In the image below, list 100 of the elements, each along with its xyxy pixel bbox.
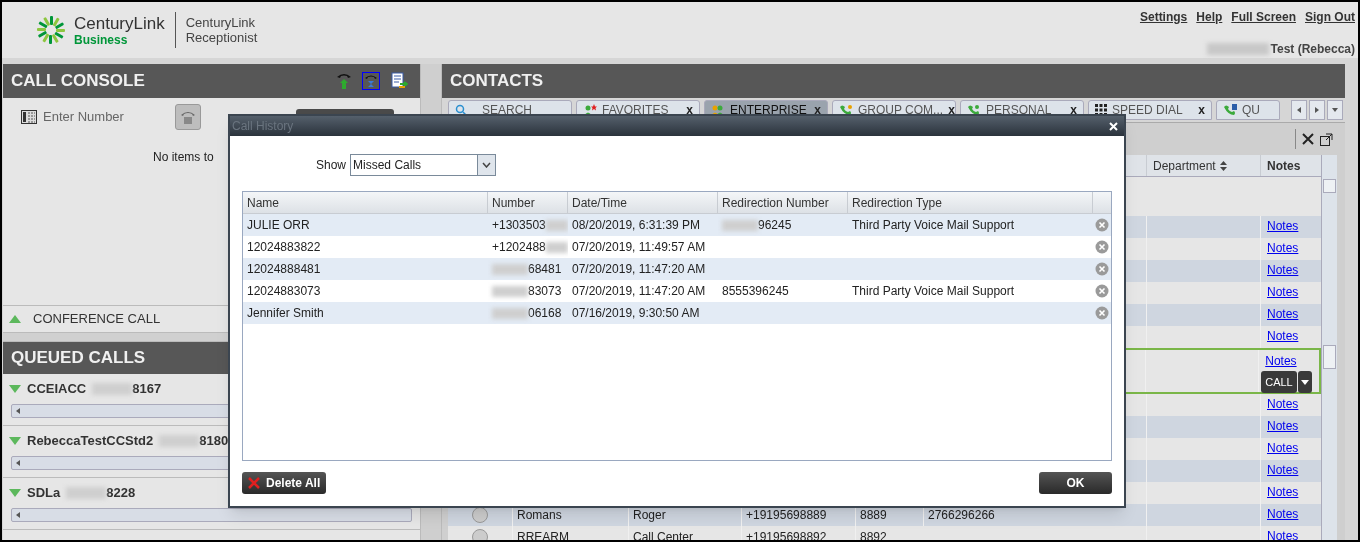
call-options-button[interactable] bbox=[1297, 371, 1312, 393]
table-cell-text: JULIE ORR bbox=[247, 217, 310, 234]
notes-link[interactable]: Notes bbox=[1267, 460, 1315, 480]
table-cell-text: Third Party Voice Mail Support bbox=[852, 217, 1015, 234]
table-cell-text: 83073 bbox=[528, 283, 562, 300]
header-link[interactable]: Help bbox=[1196, 8, 1223, 26]
popout-icon bbox=[1320, 132, 1333, 146]
column-header[interactable]: Redirection Type bbox=[848, 192, 1093, 213]
close-icon bbox=[1109, 121, 1118, 131]
close-icon bbox=[1302, 133, 1314, 145]
queue-number: 8228 bbox=[106, 484, 136, 503]
queue-name: SDLa bbox=[27, 484, 61, 503]
blurred-text bbox=[722, 219, 758, 231]
notes-link[interactable]: Notes bbox=[1267, 416, 1315, 436]
caret-icon bbox=[1300, 379, 1309, 385]
chevron-down-icon bbox=[482, 162, 492, 168]
user-name: Test (Rebecca) bbox=[1270, 41, 1355, 58]
table-cell-text: 12024883073 bbox=[247, 283, 321, 300]
notes-link[interactable]: Notes bbox=[1267, 526, 1315, 540]
scroll-up-button[interactable] bbox=[1323, 179, 1336, 193]
notes-link[interactable]: Notes bbox=[1267, 482, 1315, 502]
product-name: CenturyLink bbox=[185, 15, 257, 30]
empty-message: No items to bbox=[153, 149, 214, 166]
table-cell-text: +1303503 bbox=[492, 217, 546, 234]
tab-label: QU bbox=[1242, 102, 1260, 119]
column-header[interactable]: Department bbox=[1153, 156, 1216, 175]
tab-close-button[interactable]: x bbox=[1198, 101, 1205, 119]
filter-dropdown[interactable]: Missed Calls bbox=[350, 154, 497, 176]
tab-menu-button[interactable] bbox=[1327, 100, 1343, 120]
contact-tab[interactable]: SPEED DIAL x bbox=[1088, 100, 1212, 120]
brand-subtitle: Business bbox=[74, 33, 129, 46]
notes-link[interactable]: Notes bbox=[1267, 438, 1315, 458]
table-cell-text: 8555396245 bbox=[722, 283, 789, 300]
tab-label: ENTERPRISE bbox=[730, 102, 807, 119]
header-link[interactable]: Full Screen bbox=[1231, 8, 1296, 26]
ok-button[interactable]: OK bbox=[1039, 472, 1112, 494]
queue-number: 8180 bbox=[199, 432, 229, 451]
blurred-text bbox=[492, 307, 528, 319]
delete-all-button[interactable]: Delete All bbox=[242, 472, 327, 494]
left-arrow-icon bbox=[1295, 106, 1303, 114]
table-cell-text: Jennifer Smith bbox=[247, 305, 324, 322]
tab-label: SEARCH bbox=[482, 102, 532, 119]
table-cell-text: 12024888481 bbox=[247, 261, 321, 278]
blurred-text bbox=[1206, 43, 1269, 55]
collapse-triangle-icon bbox=[9, 385, 21, 393]
horizontal-scrollbar[interactable] bbox=[11, 508, 412, 522]
panel-title: QUEUED CALLS bbox=[11, 347, 146, 370]
notes-link[interactable]: Notes bbox=[1267, 216, 1315, 236]
delete-icon bbox=[1095, 262, 1109, 276]
search-icon bbox=[455, 104, 467, 116]
dial-button[interactable] bbox=[175, 104, 201, 130]
table-cell-text: 96245 bbox=[758, 217, 792, 234]
table-cell-text: 08/20/2019, 6:31:39 PM bbox=[572, 217, 701, 234]
table-cell-text: 07/20/2019, 11:47:20 AM bbox=[572, 261, 706, 278]
table-cell-text: 06168 bbox=[528, 305, 562, 322]
phone-transfer-icon bbox=[336, 72, 352, 90]
vertical-scrollbar[interactable] bbox=[1321, 155, 1337, 540]
table-cell-text: 12024883822 bbox=[247, 239, 321, 256]
right-arrow-icon bbox=[1313, 106, 1321, 114]
x-icon bbox=[248, 477, 260, 489]
notes-link[interactable]: Notes bbox=[1267, 238, 1315, 258]
scroll-left-button[interactable] bbox=[1291, 100, 1307, 120]
table-cell-text: 07/20/2019, 11:49:57 AM bbox=[572, 239, 706, 256]
header-link[interactable]: Sign Out bbox=[1305, 8, 1355, 26]
contact-tab[interactable]: QU bbox=[1216, 100, 1280, 120]
column-header[interactable]: Name bbox=[243, 192, 488, 213]
panel-title: CONTACTS bbox=[450, 70, 544, 93]
scroll-thumb[interactable] bbox=[1323, 345, 1336, 369]
number-input-field[interactable]: Enter Number bbox=[43, 107, 163, 127]
caret-icon bbox=[1331, 106, 1339, 114]
queue-toggle[interactable]: RebeccaTestCCStd2 8180 bbox=[3, 426, 420, 456]
notes-link[interactable]: Notes bbox=[1267, 326, 1315, 346]
column-header[interactable]: Number bbox=[488, 192, 568, 213]
notes-link[interactable]: Notes bbox=[1267, 282, 1315, 302]
delete-icon bbox=[1095, 306, 1109, 320]
scroll-right-button[interactable] bbox=[1309, 100, 1325, 120]
notes-link[interactable]: Notes bbox=[1267, 394, 1315, 414]
column-header[interactable]: Notes bbox=[1261, 155, 1321, 176]
product-name: Receptionist bbox=[185, 30, 258, 45]
notes-link[interactable]: Notes bbox=[1267, 260, 1315, 280]
person-phone-icon bbox=[967, 104, 981, 116]
call-button[interactable]: CALL bbox=[1261, 371, 1297, 393]
header-link[interactable]: Settings bbox=[1139, 8, 1188, 26]
delete-icon bbox=[1095, 218, 1109, 232]
group-phone-icon bbox=[839, 104, 853, 116]
tab-label: FAVORITES bbox=[602, 102, 669, 119]
blurred-text bbox=[492, 285, 528, 297]
tab-label: GROUP COM... bbox=[858, 102, 944, 119]
notes-link[interactable]: Notes bbox=[1267, 304, 1315, 324]
notes-link[interactable]: Notes bbox=[1265, 351, 1313, 371]
table-cell-text: +1202488 bbox=[492, 239, 546, 256]
call-log-icon bbox=[390, 72, 408, 90]
brand-name: CenturyLink bbox=[74, 14, 165, 32]
blurred-text bbox=[545, 241, 568, 253]
column-header[interactable]: Redirection Number bbox=[718, 192, 848, 213]
column-header[interactable]: Date/Time bbox=[568, 192, 718, 213]
table-cell-text: 68481 bbox=[528, 261, 562, 278]
notes-link[interactable]: Notes bbox=[1267, 504, 1315, 524]
panel-title: CALL CONSOLE bbox=[11, 70, 145, 93]
queue-toggle[interactable]: CCEIACC 8167 bbox=[3, 374, 420, 404]
